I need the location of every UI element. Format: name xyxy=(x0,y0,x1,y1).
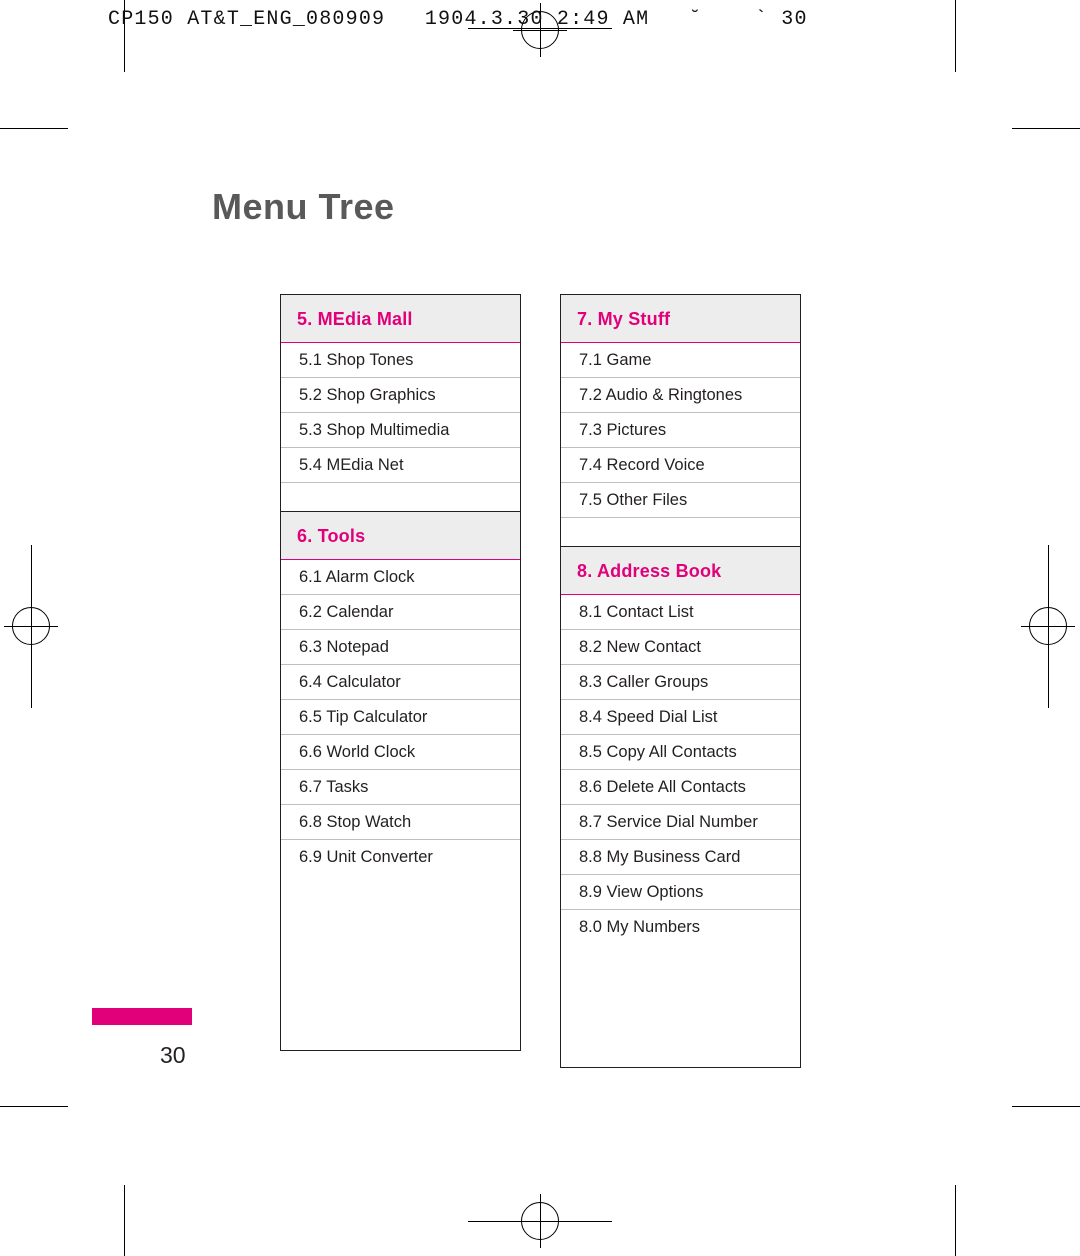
menu-item[interactable]: 7.4 Record Voice xyxy=(561,448,800,483)
menu-item[interactable]: 8.8 My Business Card xyxy=(561,840,800,875)
crop-mark-top-left-horizontal xyxy=(0,128,68,129)
menu-item[interactable]: 6.7 Tasks xyxy=(281,770,520,805)
menu-card-media-mall: 5. MEdia Mall 5.1 Shop Tones 5.2 Shop Gr… xyxy=(280,294,521,512)
page-number: 30 xyxy=(160,1042,186,1068)
menu-card-spacer xyxy=(281,875,520,1050)
menu-item[interactable]: 8.3 Caller Groups xyxy=(561,665,800,700)
menu-card-spacer xyxy=(281,483,520,511)
crop-mark-bottom-right-vertical xyxy=(955,1185,956,1256)
crop-mark-right-vertical-lower xyxy=(1048,648,1049,708)
crop-mark-bottom-left-horizontal xyxy=(0,1106,68,1107)
menu-item[interactable]: 8.0 My Numbers xyxy=(561,910,800,945)
menu-item[interactable]: 8.7 Service Dial Number xyxy=(561,805,800,840)
menu-item[interactable]: 7.3 Pictures xyxy=(561,413,800,448)
crop-mark-top-right-horizontal xyxy=(1012,128,1080,129)
menu-card-spacer xyxy=(561,518,800,546)
menu-item[interactable]: 7.1 Game xyxy=(561,343,800,378)
menu-card-header: 5. MEdia Mall xyxy=(281,295,520,343)
menu-item[interactable]: 6.4 Calculator xyxy=(281,665,520,700)
crop-mark-top-right-vertical xyxy=(955,0,956,72)
menu-item[interactable]: 8.1 Contact List xyxy=(561,595,800,630)
crop-mark-left-vertical xyxy=(31,545,32,605)
menu-item[interactable]: 6.2 Calendar xyxy=(281,595,520,630)
menu-card-header: 7. My Stuff xyxy=(561,295,800,343)
menu-item[interactable]: 5.4 MEdia Net xyxy=(281,448,520,483)
crop-mark-bottom-left-vertical xyxy=(124,1185,125,1256)
menu-item[interactable]: 8.9 View Options xyxy=(561,875,800,910)
menu-item[interactable]: 8.4 Speed Dial List xyxy=(561,700,800,735)
menu-column-right: 7. My Stuff 7.1 Game 7.2 Audio & Rington… xyxy=(560,294,801,1068)
menu-card-spacer xyxy=(561,945,800,1067)
menu-card-header: 8. Address Book xyxy=(561,547,800,595)
menu-item[interactable]: 5.3 Shop Multimedia xyxy=(281,413,520,448)
registration-mark-right xyxy=(1021,599,1075,653)
menu-card-my-stuff: 7. My Stuff 7.1 Game 7.2 Audio & Rington… xyxy=(560,294,801,547)
menu-item[interactable]: 6.3 Notepad xyxy=(281,630,520,665)
menu-card-address-book: 8. Address Book 8.1 Contact List 8.2 New… xyxy=(560,547,801,1068)
registration-mark-bottom xyxy=(513,1194,567,1248)
menu-column-left: 5. MEdia Mall 5.1 Shop Tones 5.2 Shop Gr… xyxy=(280,294,521,1051)
menu-card-header: 6. Tools xyxy=(281,512,520,560)
menu-card-tools: 6. Tools 6.1 Alarm Clock 6.2 Calendar 6.… xyxy=(280,512,521,1051)
menu-item[interactable]: 6.6 World Clock xyxy=(281,735,520,770)
menu-item[interactable]: 6.5 Tip Calculator xyxy=(281,700,520,735)
crop-mark-bottom-right-horizontal xyxy=(1012,1106,1080,1107)
menu-item[interactable]: 8.2 New Contact xyxy=(561,630,800,665)
menu-item[interactable]: 8.6 Delete All Contacts xyxy=(561,770,800,805)
page-title: Menu Tree xyxy=(212,186,395,227)
menu-item[interactable]: 6.9 Unit Converter xyxy=(281,840,520,875)
menu-item[interactable]: 6.8 Stop Watch xyxy=(281,805,520,840)
registration-mark-left xyxy=(4,599,58,653)
menu-item[interactable]: 7.5 Other Files xyxy=(561,483,800,518)
menu-item[interactable]: 5.2 Shop Graphics xyxy=(281,378,520,413)
menu-item[interactable]: 5.1 Shop Tones xyxy=(281,343,520,378)
page-accent-bar xyxy=(92,1008,192,1025)
print-slug: CP150 AT&T_ENG_080909 1904.3.30 2:49 AM … xyxy=(108,8,808,31)
menu-item[interactable]: 7.2 Audio & Ringtones xyxy=(561,378,800,413)
crop-mark-left-vertical-lower xyxy=(31,648,32,708)
crop-mark-right-vertical xyxy=(1048,545,1049,605)
menu-item[interactable]: 8.5 Copy All Contacts xyxy=(561,735,800,770)
menu-item[interactable]: 6.1 Alarm Clock xyxy=(281,560,520,595)
